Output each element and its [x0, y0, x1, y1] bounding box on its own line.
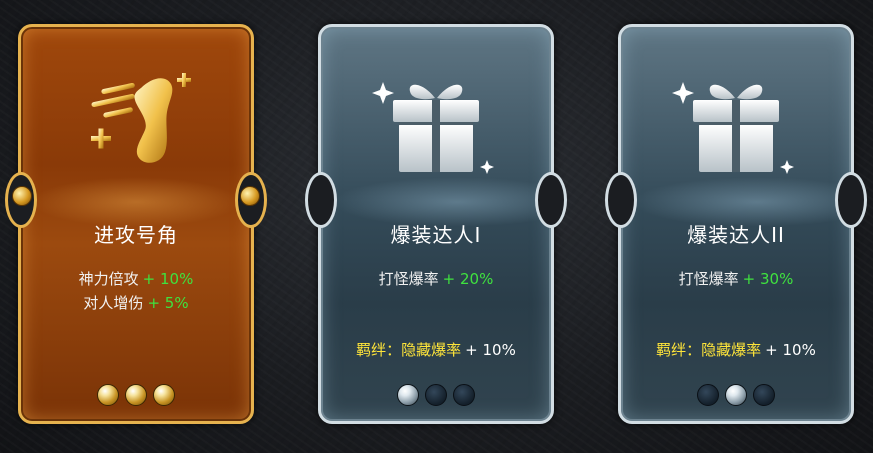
gem-slots: [321, 384, 551, 406]
card-notch: [535, 172, 567, 228]
stat-name: 打怪爆率: [378, 270, 439, 288]
card-notch: [605, 172, 637, 228]
card-loot-master-2[interactable]: 爆装达人II 打怪爆率 + 30% 羁绊：隐藏爆率 + 10%: [605, 24, 867, 424]
gem-slot-empty: [425, 384, 447, 406]
bond-value: + 10%: [465, 341, 516, 359]
stat-value: + 10%: [142, 270, 194, 288]
card-loot-master-1[interactable]: 爆装达人I 打怪爆率 + 20% 羁绊：隐藏爆率 + 10%: [305, 24, 567, 424]
gem-slot-empty: [697, 384, 719, 406]
golden-foot-icon: [21, 55, 251, 185]
card-frame: 爆装达人I 打怪爆率 + 20% 羁绊：隐藏爆率 + 10%: [318, 24, 554, 424]
card-frame: 进攻号角 神力倍攻 + 10% 对人增伤 + 5%: [18, 24, 254, 424]
stat-row: 打怪爆率 + 20%: [321, 267, 551, 291]
stat-name: 神力倍攻: [78, 270, 139, 288]
stat-name: 打怪爆率: [678, 270, 739, 288]
gem-slot-empty: [453, 384, 475, 406]
gem-slot-filled: [397, 384, 419, 406]
gem-slots: [621, 384, 851, 406]
stat-name: 对人增伤: [83, 294, 144, 312]
bond-label: 羁绊：隐藏爆率: [656, 341, 762, 359]
card-title: 进攻号角: [94, 223, 178, 247]
stat-value: + 20%: [442, 270, 494, 288]
stat-row: 神力倍攻 + 10%: [21, 267, 251, 291]
stat-value: + 5%: [147, 294, 189, 312]
card-notch: [305, 172, 337, 228]
card-frame: 爆装达人II 打怪爆率 + 30% 羁绊：隐藏爆率 + 10%: [618, 24, 854, 424]
gem-slots: [21, 384, 251, 406]
silver-gift-icon: [621, 55, 851, 185]
bond-bonus: 羁绊：隐藏爆率 + 10%: [621, 339, 851, 360]
gem-slot-empty: [753, 384, 775, 406]
stat-row: 对人增伤 + 5%: [21, 291, 251, 315]
gem-slot-filled: [725, 384, 747, 406]
card-stats: 打怪爆率 + 30%: [621, 267, 851, 291]
bond-label: 羁绊：隐藏爆率: [356, 341, 462, 359]
stat-row: 打怪爆率 + 30%: [621, 267, 851, 291]
gem-slot-filled: [125, 384, 147, 406]
card-title: 爆装达人I: [390, 223, 482, 247]
gold-knob-ornament: [12, 186, 32, 206]
bond-value: + 10%: [765, 341, 816, 359]
silver-gift-icon: [321, 55, 551, 185]
gem-slot-filled: [153, 384, 175, 406]
card-notch: [835, 172, 867, 228]
card-stats: 神力倍攻 + 10% 对人增伤 + 5%: [21, 267, 251, 315]
card-attack-horn[interactable]: 进攻号角 神力倍攻 + 10% 对人增伤 + 5%: [5, 24, 267, 424]
stat-value: + 30%: [742, 270, 794, 288]
card-title: 爆装达人II: [687, 223, 785, 247]
gem-slot-filled: [97, 384, 119, 406]
bond-bonus: 羁绊：隐藏爆率 + 10%: [321, 339, 551, 360]
card-stats: 打怪爆率 + 20%: [321, 267, 551, 291]
gold-knob-ornament: [240, 186, 260, 206]
